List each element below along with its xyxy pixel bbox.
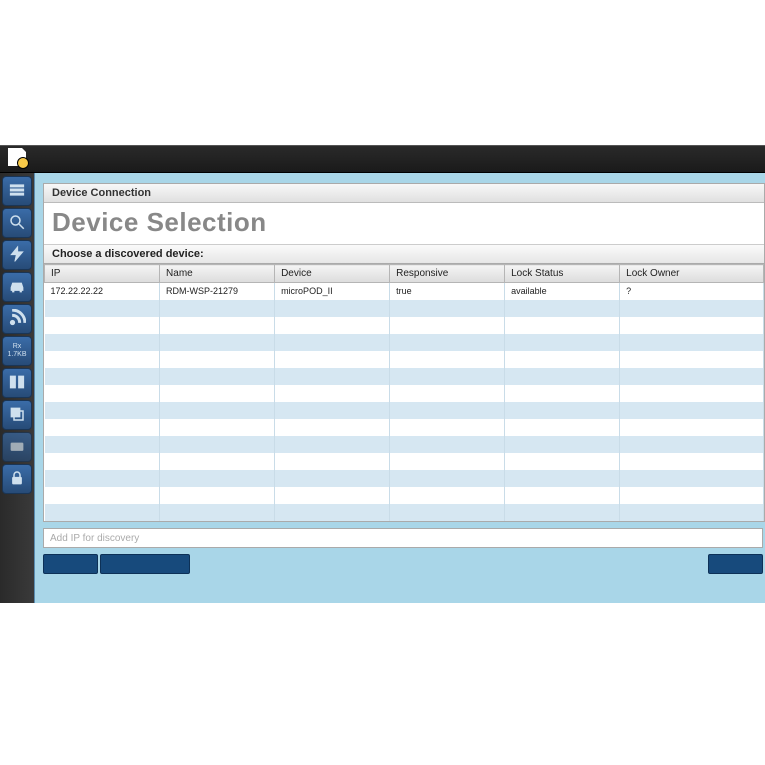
col-name[interactable]: Name bbox=[160, 265, 275, 283]
top-blank-area bbox=[0, 0, 765, 145]
search-icon bbox=[8, 213, 26, 234]
cell-name: RDM-WSP-21279 bbox=[160, 283, 275, 300]
table-row[interactable] bbox=[45, 351, 764, 368]
columns-icon bbox=[8, 373, 26, 394]
table-row[interactable] bbox=[45, 368, 764, 385]
application: Rx1.7KB Device Connection Device Select bbox=[0, 173, 765, 603]
add-ip-input[interactable] bbox=[43, 528, 763, 548]
col-lock-owner[interactable]: Lock Owner bbox=[620, 265, 764, 283]
sidebar-wireless-button[interactable] bbox=[2, 304, 32, 334]
col-device[interactable]: Device bbox=[275, 265, 390, 283]
cell-lock-owner: ? bbox=[620, 283, 764, 300]
cell-lock-status: available bbox=[505, 283, 620, 300]
sidebar-layers-button[interactable] bbox=[2, 400, 32, 430]
sidebar-vehicle-button[interactable] bbox=[2, 272, 32, 302]
col-lock-status[interactable]: Lock Status bbox=[505, 265, 620, 283]
table-row[interactable]: 172.22.22.22 RDM-WSP-21279 microPOD_II t… bbox=[45, 283, 764, 300]
data-rate-icon: Rx1.7KB bbox=[7, 343, 26, 359]
device-table: IP Name Device Responsive Lock Status Lo… bbox=[44, 264, 764, 521]
stack-icon bbox=[8, 405, 26, 426]
lock-icon bbox=[8, 469, 26, 490]
sidebar-search-button[interactable] bbox=[2, 208, 32, 238]
module-icon bbox=[8, 437, 26, 458]
table-row[interactable] bbox=[45, 504, 764, 521]
table-row[interactable] bbox=[45, 334, 764, 351]
table-row[interactable] bbox=[45, 470, 764, 487]
action-button-1[interactable] bbox=[43, 554, 98, 574]
table-row[interactable] bbox=[45, 300, 764, 317]
signal-icon bbox=[8, 309, 26, 330]
action-button-row bbox=[43, 554, 765, 574]
cell-device: microPOD_II bbox=[275, 283, 390, 300]
table-header-row: IP Name Device Responsive Lock Status Lo… bbox=[45, 265, 764, 283]
col-responsive[interactable]: Responsive bbox=[390, 265, 505, 283]
table-row[interactable] bbox=[45, 487, 764, 504]
hamburger-icon bbox=[8, 181, 26, 202]
sidebar-misc-button[interactable] bbox=[2, 432, 32, 462]
main-panel: Device Connection Device Selection Choos… bbox=[34, 173, 765, 603]
add-ip-row bbox=[43, 528, 763, 549]
action-button-2[interactable] bbox=[100, 554, 190, 574]
table-row[interactable] bbox=[45, 317, 764, 334]
sidebar-flash-button[interactable] bbox=[2, 240, 32, 270]
lightning-icon bbox=[8, 245, 26, 266]
table-row[interactable] bbox=[45, 436, 764, 453]
page-title: Device Selection bbox=[44, 203, 764, 244]
device-connection-panel: Device Connection Device Selection Choos… bbox=[43, 183, 765, 522]
sidebar-menu-button[interactable] bbox=[2, 176, 32, 206]
folder-badge-icon[interactable] bbox=[8, 152, 26, 166]
col-ip[interactable]: IP bbox=[45, 265, 160, 283]
car-icon bbox=[8, 277, 26, 298]
table-row[interactable] bbox=[45, 453, 764, 470]
os-taskbar bbox=[0, 145, 765, 173]
panel-header: Device Connection bbox=[44, 184, 764, 203]
cell-ip: 172.22.22.22 bbox=[45, 283, 160, 300]
cell-responsive: true bbox=[390, 283, 505, 300]
choose-device-label: Choose a discovered device: bbox=[44, 244, 764, 264]
sidebar: Rx1.7KB bbox=[0, 173, 34, 603]
table-row[interactable] bbox=[45, 402, 764, 419]
sidebar-rate-button[interactable]: Rx1.7KB bbox=[2, 336, 32, 366]
action-button-right[interactable] bbox=[708, 554, 763, 574]
sidebar-lock-button[interactable] bbox=[2, 464, 32, 494]
table-row[interactable] bbox=[45, 385, 764, 402]
table-row[interactable] bbox=[45, 419, 764, 436]
sidebar-panels-button[interactable] bbox=[2, 368, 32, 398]
